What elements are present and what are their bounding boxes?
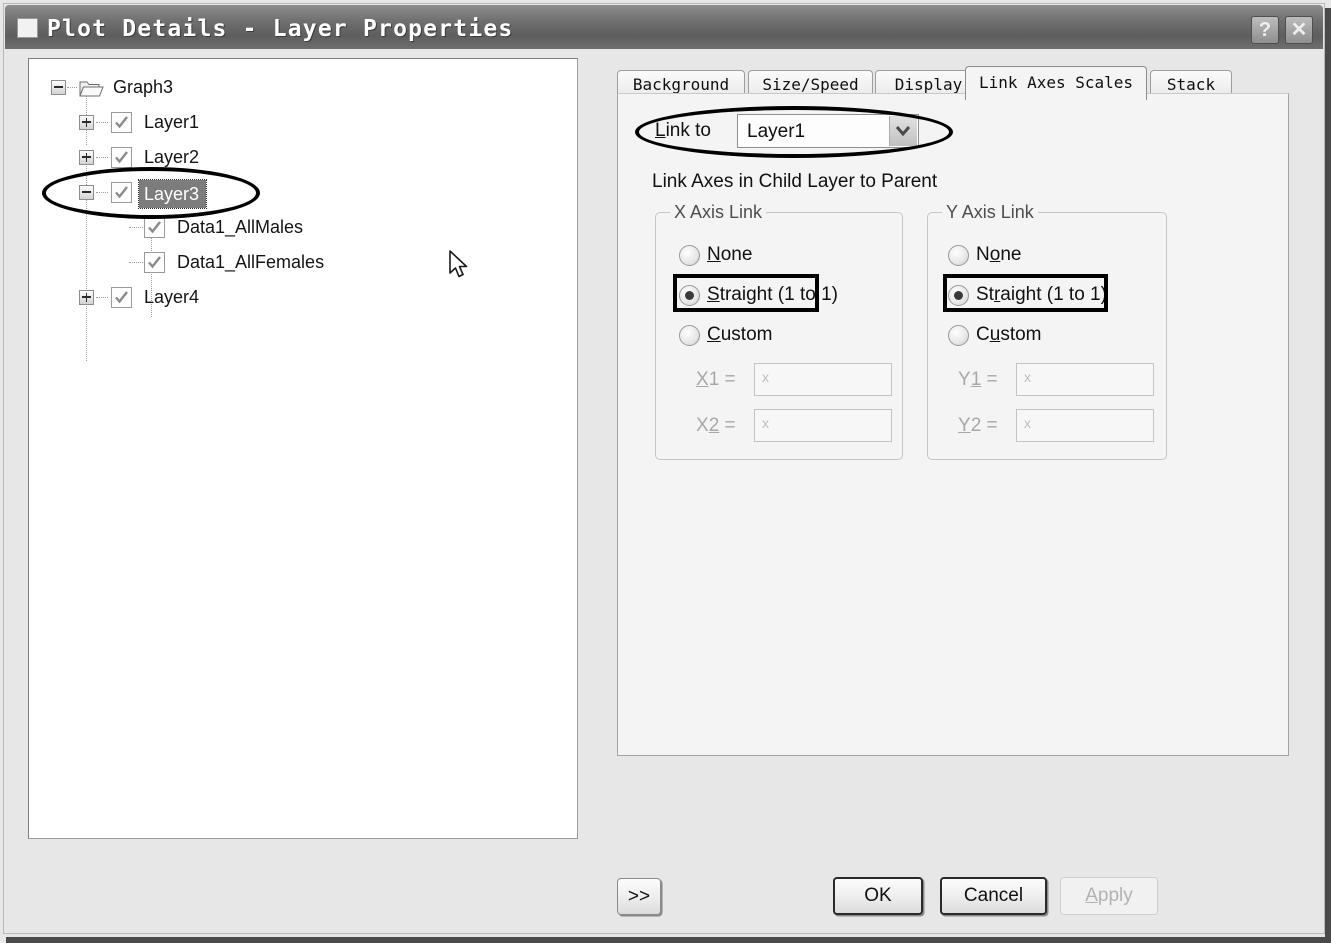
tree-checkbox-data1-allfemales[interactable] (144, 252, 165, 273)
y1-input[interactable]: x (1016, 363, 1154, 396)
folder-open-icon (79, 81, 104, 97)
radio-icon[interactable] (948, 245, 969, 266)
x-axis-link-group: X Axis Link None Straight (1 to 1) Custo… (655, 202, 903, 460)
tree-label-layer3: Layer3 (137, 179, 208, 209)
close-icon[interactable]: ✕ (1285, 16, 1313, 44)
link-to-combobox[interactable]: Layer1 (737, 114, 919, 148)
y2-input[interactable]: x (1016, 409, 1154, 442)
tree-label-graph3: Graph3 (113, 77, 174, 97)
y2-field-label: Y2 = (958, 415, 998, 436)
expand-icon[interactable] (79, 290, 94, 305)
x-axis-link-title: X Axis Link (670, 202, 767, 223)
dialog-window: Plot Details - Layer Properties ? ✕ Grap… (0, 0, 1331, 943)
y-axis-link-title: Y Axis Link (942, 202, 1038, 223)
y1-input-placeholder: x (1024, 369, 1031, 385)
tree-connector (96, 122, 108, 124)
tree-label-data1-allmales: Data1_AllMales (177, 217, 304, 237)
collapse-icon[interactable] (79, 185, 94, 200)
x2-input[interactable]: x (754, 409, 892, 442)
tree-connector (96, 297, 108, 299)
link-to-value: Layer1 (747, 121, 806, 142)
tree-checkbox-layer3[interactable] (111, 182, 132, 203)
tree-connector (67, 87, 77, 89)
expand-button[interactable]: >> (617, 878, 661, 915)
x2-field-row[interactable]: X2 = x (696, 409, 892, 443)
help-icon[interactable]: ? (1251, 16, 1279, 44)
radio-icon[interactable] (679, 325, 700, 346)
y1-field-row[interactable]: Y1 = x (958, 363, 1154, 397)
y2-field-row[interactable]: Y2 = x (958, 409, 1154, 443)
title-bar: Plot Details - Layer Properties ? ✕ (5, 5, 1323, 49)
y-radio-none-label: None (976, 244, 1022, 265)
tree-label-layer1: Layer1 (144, 112, 200, 132)
y1-field-label: Y1 = (958, 369, 998, 390)
y-radio-straight-label: Straight (1 to 1) (976, 284, 1107, 305)
x1-field-label: X1 = (696, 369, 736, 390)
x-radio-none-label: None (707, 244, 753, 265)
tree-connector (129, 227, 143, 229)
tree-label-layer2: Layer2 (144, 147, 200, 167)
tab-link-axes-scales[interactable]: Link Axes Scales (965, 66, 1147, 100)
apply-button: Apply (1060, 877, 1158, 915)
tree-checkbox-layer4[interactable] (111, 287, 132, 308)
expand-icon[interactable] (79, 115, 94, 130)
window-shadow-right (1325, 8, 1331, 943)
layer-tree-panel[interactable]: Graph3 Layer1 Layer2 Layer3 Data1_AllMal… (28, 58, 578, 839)
window-title: Plot Details - Layer Properties (47, 16, 514, 42)
y-radio-custom-label: Custom (976, 324, 1042, 345)
mouse-cursor (449, 250, 468, 278)
cancel-button[interactable]: Cancel (940, 877, 1047, 915)
tree-connector (96, 192, 108, 194)
y-axis-link-group: Y Axis Link None Straight (1 to 1) Custo… (927, 202, 1167, 460)
ok-button[interactable]: OK (833, 877, 923, 915)
link-to-label: Link to (655, 120, 711, 141)
tree-checkbox-data1-allmales[interactable] (144, 217, 165, 238)
x-radio-straight-label: Straight (1 to 1) (707, 284, 838, 305)
window-app-icon (17, 18, 38, 38)
x1-field-row[interactable]: X1 = x (696, 363, 892, 397)
x-radio-custom-label: Custom (707, 324, 773, 345)
expand-icon[interactable] (79, 150, 94, 165)
tree-checkbox-layer2[interactable] (111, 147, 132, 168)
x1-input[interactable]: x (754, 363, 892, 396)
collapse-icon[interactable] (51, 80, 66, 95)
window-shadow-bottom (6, 937, 1331, 943)
y2-input-placeholder: x (1024, 415, 1031, 431)
radio-icon-selected[interactable] (948, 285, 969, 306)
tree-label-layer4: Layer4 (144, 287, 200, 307)
tree-label-data1-allfemales: Data1_AllFemales (177, 252, 325, 272)
radio-icon[interactable] (948, 325, 969, 346)
x1-input-placeholder: x (762, 369, 769, 385)
tree-connector (129, 262, 143, 264)
tree-connector (96, 157, 108, 159)
panel-subtitle: Link Axes in Child Layer to Parent (652, 171, 938, 192)
x2-input-placeholder: x (762, 415, 769, 431)
tree-checkbox-layer1[interactable] (111, 112, 132, 133)
radio-icon-selected[interactable] (679, 285, 700, 306)
radio-icon[interactable] (679, 245, 700, 266)
chevron-down-icon[interactable] (889, 116, 917, 146)
x2-field-label: X2 = (696, 415, 736, 436)
